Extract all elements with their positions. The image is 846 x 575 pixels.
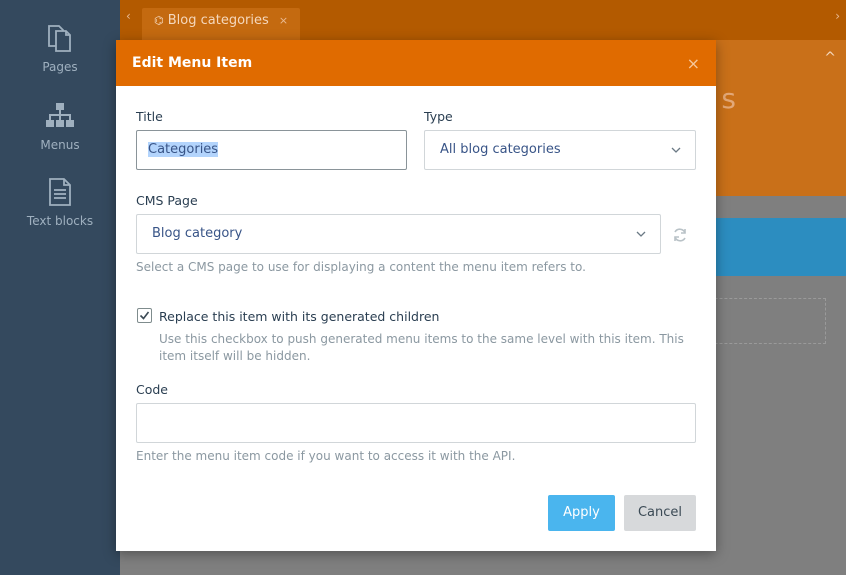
refresh-icon[interactable]: [672, 227, 688, 243]
document-icon: [44, 176, 76, 208]
chevron-down-icon: [671, 147, 681, 153]
chevron-up-icon[interactable]: ^: [824, 50, 836, 66]
pages-icon: [44, 22, 76, 54]
chevron-left-icon[interactable]: ‹: [126, 9, 131, 23]
tab-blog-categories[interactable]: ⌬ Blog categories ×: [142, 8, 301, 40]
sidebar-item-label: Pages: [42, 60, 78, 74]
cms-page-help: Select a CMS page to use for displaying …: [136, 260, 586, 274]
type-label: Type: [424, 109, 453, 124]
type-select[interactable]: All blog categories: [424, 130, 696, 170]
close-icon[interactable]: ×: [687, 54, 700, 73]
sidebar: Pages Menus Text blocks: [0, 0, 120, 575]
tab-bar: ‹ ⌬ Blog categories × ›: [120, 0, 846, 40]
sitemap-icon: ⌬: [154, 14, 164, 27]
apply-button[interactable]: Apply: [548, 495, 615, 531]
page-title: s: [721, 82, 736, 115]
replace-children-label[interactable]: Replace this item with its generated chi…: [159, 309, 439, 324]
chevron-right-icon[interactable]: ›: [835, 9, 840, 23]
replace-children-checkbox[interactable]: [137, 308, 152, 323]
close-icon[interactable]: ×: [279, 14, 288, 27]
sidebar-item-menus[interactable]: Menus: [0, 100, 120, 152]
code-input[interactable]: [136, 403, 696, 443]
edit-menu-item-dialog: Edit Menu Item × Title Categories Type A…: [116, 40, 716, 551]
code-help: Enter the menu item code if you want to …: [136, 449, 516, 463]
checkmark-icon: [139, 311, 150, 320]
sidebar-item-text-blocks[interactable]: Text blocks: [0, 176, 120, 228]
title-label: Title: [136, 109, 163, 124]
sitemap-icon: [44, 100, 76, 132]
sidebar-item-label: Text blocks: [26, 214, 94, 228]
code-label: Code: [136, 382, 169, 397]
modal-title: Edit Menu Item: [132, 55, 253, 71]
cancel-button[interactable]: Cancel: [624, 495, 696, 531]
sidebar-item-label: Menus: [40, 138, 80, 152]
replace-children-help: Use this checkbox to push generated menu…: [159, 332, 684, 363]
title-input-value: Categories: [148, 142, 219, 157]
tab-label: Blog categories: [167, 13, 269, 28]
cms-page-select-value: Blog category: [152, 226, 243, 241]
cms-page-label: CMS Page: [136, 193, 198, 208]
modal-header: Edit Menu Item ×: [116, 40, 716, 86]
sidebar-item-pages[interactable]: Pages: [0, 22, 120, 74]
type-select-value: All blog categories: [440, 142, 561, 157]
cms-page-select[interactable]: Blog category: [136, 214, 661, 254]
title-input[interactable]: Categories: [136, 130, 407, 170]
chevron-down-icon: [636, 231, 646, 237]
